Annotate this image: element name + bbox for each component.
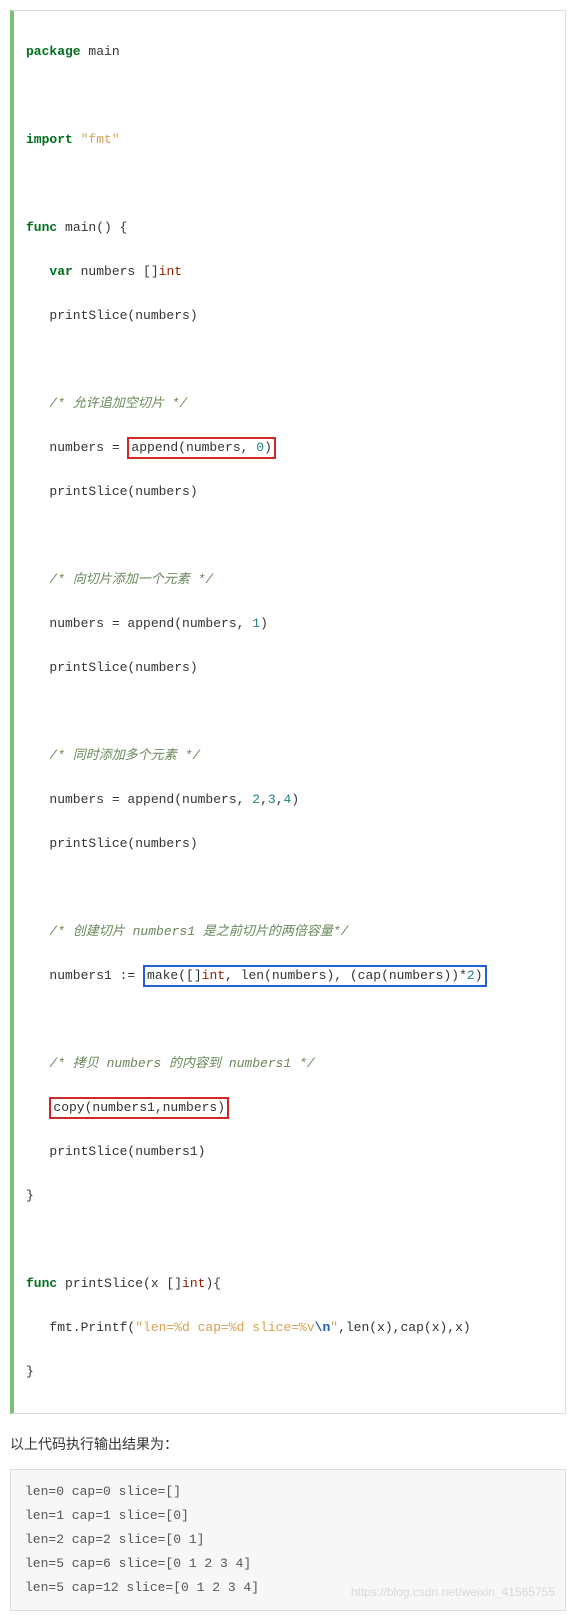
- code-line: /* 向切片添加一个元素 */: [26, 569, 565, 591]
- code-line: numbers = append(numbers, 0): [26, 437, 565, 459]
- code-line: func printSlice(x []int){: [26, 1273, 565, 1295]
- code-line: /* 拷贝 numbers 的内容到 numbers1 */: [26, 1053, 565, 1075]
- code-line: printSlice(numbers1): [26, 1141, 565, 1163]
- code-line: func main() {: [26, 217, 565, 239]
- code-line: copy(numbers1,numbers): [26, 1097, 565, 1119]
- code-line: printSlice(numbers): [26, 833, 565, 855]
- output-block: len=0 cap=0 slice=[] len=1 cap=1 slice=[…: [10, 1469, 566, 1611]
- watermark: https://blog.csdn.net/weixin_41565755: [351, 1580, 555, 1604]
- highlight-red-append: append(numbers, 0): [127, 437, 275, 459]
- output-line: len=0 cap=0 slice=[]: [25, 1480, 551, 1504]
- code-line: fmt.Printf("len=%d cap=%d slice=%v\n",le…: [26, 1317, 565, 1339]
- code-line: [26, 85, 565, 107]
- code-line: numbers = append(numbers, 1): [26, 613, 565, 635]
- code-line: /* 同时添加多个元素 */: [26, 745, 565, 767]
- output-line: len=2 cap=2 slice=[0 1]: [25, 1528, 551, 1552]
- code-line: printSlice(numbers): [26, 481, 565, 503]
- output-line: len=1 cap=1 slice=[0]: [25, 1504, 551, 1528]
- code-line: [26, 1009, 565, 1031]
- code-block: package main import "fmt" func main() { …: [10, 10, 566, 1414]
- code-line: /* 允许追加空切片 */: [26, 393, 565, 415]
- result-description: 以上代码执行输出结果为：: [10, 1434, 566, 1454]
- code-line: }: [26, 1185, 565, 1207]
- code-line: /* 创建切片 numbers1 是之前切片的两倍容量*/: [26, 921, 565, 943]
- code-line: [26, 173, 565, 195]
- code-line: numbers = append(numbers, 2,3,4): [26, 789, 565, 811]
- code-line: [26, 1229, 565, 1251]
- code-line: }: [26, 1361, 565, 1383]
- code-line: printSlice(numbers): [26, 657, 565, 679]
- code-line: [26, 701, 565, 723]
- code-line: [26, 349, 565, 371]
- code-line: numbers1 := make([]int, len(numbers), (c…: [26, 965, 565, 987]
- output-line: len=5 cap=6 slice=[0 1 2 3 4]: [25, 1552, 551, 1576]
- code-line: [26, 525, 565, 547]
- code-line: var numbers []int: [26, 261, 565, 283]
- code-line: printSlice(numbers): [26, 305, 565, 327]
- highlight-blue-make: make([]int, len(numbers), (cap(numbers))…: [143, 965, 486, 987]
- code-line: [26, 877, 565, 899]
- code-line: package main: [26, 41, 565, 63]
- highlight-red-copy: copy(numbers1,numbers): [49, 1097, 229, 1119]
- code-line: import "fmt": [26, 129, 565, 151]
